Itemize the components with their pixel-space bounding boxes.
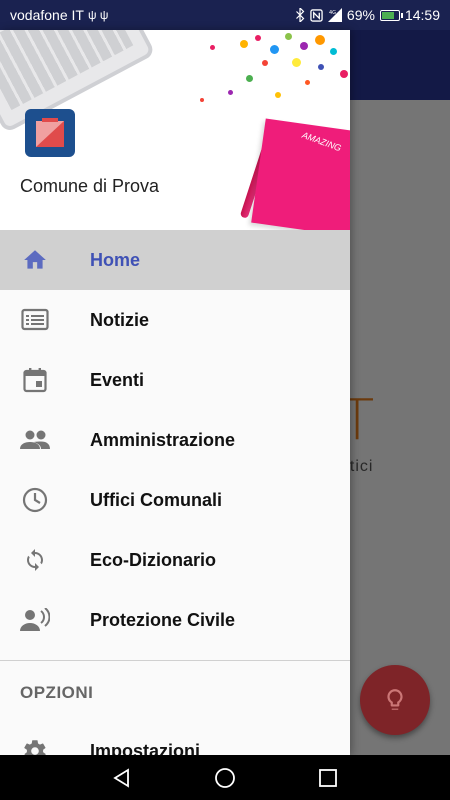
confetti (315, 35, 325, 45)
menu-item-protezione-civile[interactable]: Protezione Civile (0, 590, 350, 650)
menu-item-label: Notizie (90, 309, 150, 330)
confetti (246, 75, 253, 82)
system-nav-bar (0, 755, 450, 800)
app-logo-icon (25, 109, 75, 157)
drawer-menu: Home Notizie Eventi Amministrazione Uffi… (0, 230, 350, 755)
home-circle-icon (215, 767, 235, 788)
recents-square-icon (319, 768, 338, 787)
menu-item-notizie[interactable]: Notizie (0, 290, 350, 350)
usb-icon: ψ ψ (87, 8, 109, 22)
recents-button[interactable] (308, 758, 348, 798)
home-nav-button[interactable] (205, 758, 245, 798)
back-triangle-icon (112, 767, 129, 788)
signal-4g-icon: 4G (327, 8, 342, 22)
status-bar: vodafone IT ψ ψ 4G 69% 14:59 (0, 0, 450, 30)
clock-time: 14:59 (404, 7, 440, 23)
lightbulb-icon (387, 689, 403, 710)
menu-item-label: Amministrazione (90, 429, 236, 450)
drawer-header: AMAZING Comune di Prova (0, 30, 350, 230)
settings-icon (20, 736, 50, 755)
back-button[interactable] (102, 758, 142, 798)
confetti (240, 40, 248, 48)
confetti (292, 58, 301, 67)
menu-item-label: Protezione Civile (90, 609, 236, 630)
menu-item-label: Home (90, 249, 141, 270)
notebook-image: AMAZING (251, 118, 350, 230)
confetti (330, 48, 337, 55)
confetti (262, 60, 268, 66)
confetti (255, 35, 261, 41)
confetti (318, 64, 324, 70)
confetti (285, 33, 292, 40)
laptop-image (0, 30, 156, 134)
calendar-icon (20, 365, 50, 395)
menu-item-label: Impostazioni (90, 740, 201, 756)
confetti (270, 45, 279, 54)
battery-level (381, 11, 395, 19)
speaker-person-icon (20, 605, 50, 635)
menu-item-eco-dizionario[interactable]: Eco-Dizionario (0, 530, 350, 590)
confetti (300, 42, 308, 50)
nfc-icon (310, 8, 323, 22)
people-icon (20, 425, 50, 455)
menu-item-amministrazione[interactable]: Amministrazione (0, 410, 350, 470)
confetti (275, 92, 281, 98)
battery-icon (379, 9, 403, 21)
confetti (210, 45, 215, 50)
confetti (228, 90, 233, 95)
menu-item-label: Eventi (90, 369, 145, 390)
battery-percent: 69% (346, 7, 375, 23)
carrier-label: vodafone IT (10, 7, 84, 23)
menu-item-eventi[interactable]: Eventi (0, 350, 350, 410)
confetti (340, 70, 348, 78)
menu-item-impostazioni[interactable]: Impostazioni (0, 721, 350, 755)
notebook-text: AMAZING (300, 129, 343, 154)
options-section-title: OPZIONI (20, 683, 94, 702)
sync-icon (20, 545, 50, 575)
bluetooth-icon (295, 8, 305, 22)
confetti (305, 80, 310, 85)
menu-item-label: Eco-Dizionario (90, 549, 217, 570)
app-name: Comune di Prova (20, 176, 160, 196)
navigation-drawer: AMAZING Comune di Prova Home Notizie Eve… (0, 30, 350, 755)
news-icon (20, 305, 50, 335)
confetti (200, 98, 204, 102)
menu-item-home[interactable]: Home (0, 230, 350, 290)
menu-item-label: Uffici Comunali (90, 489, 223, 510)
home-icon (20, 245, 50, 275)
svg-text:4G: 4G (329, 10, 336, 16)
menu-item-uffici-comunali[interactable]: Uffici Comunali (0, 470, 350, 530)
lightbulb-fab-button[interactable] (360, 665, 430, 735)
clock-icon (20, 485, 50, 515)
